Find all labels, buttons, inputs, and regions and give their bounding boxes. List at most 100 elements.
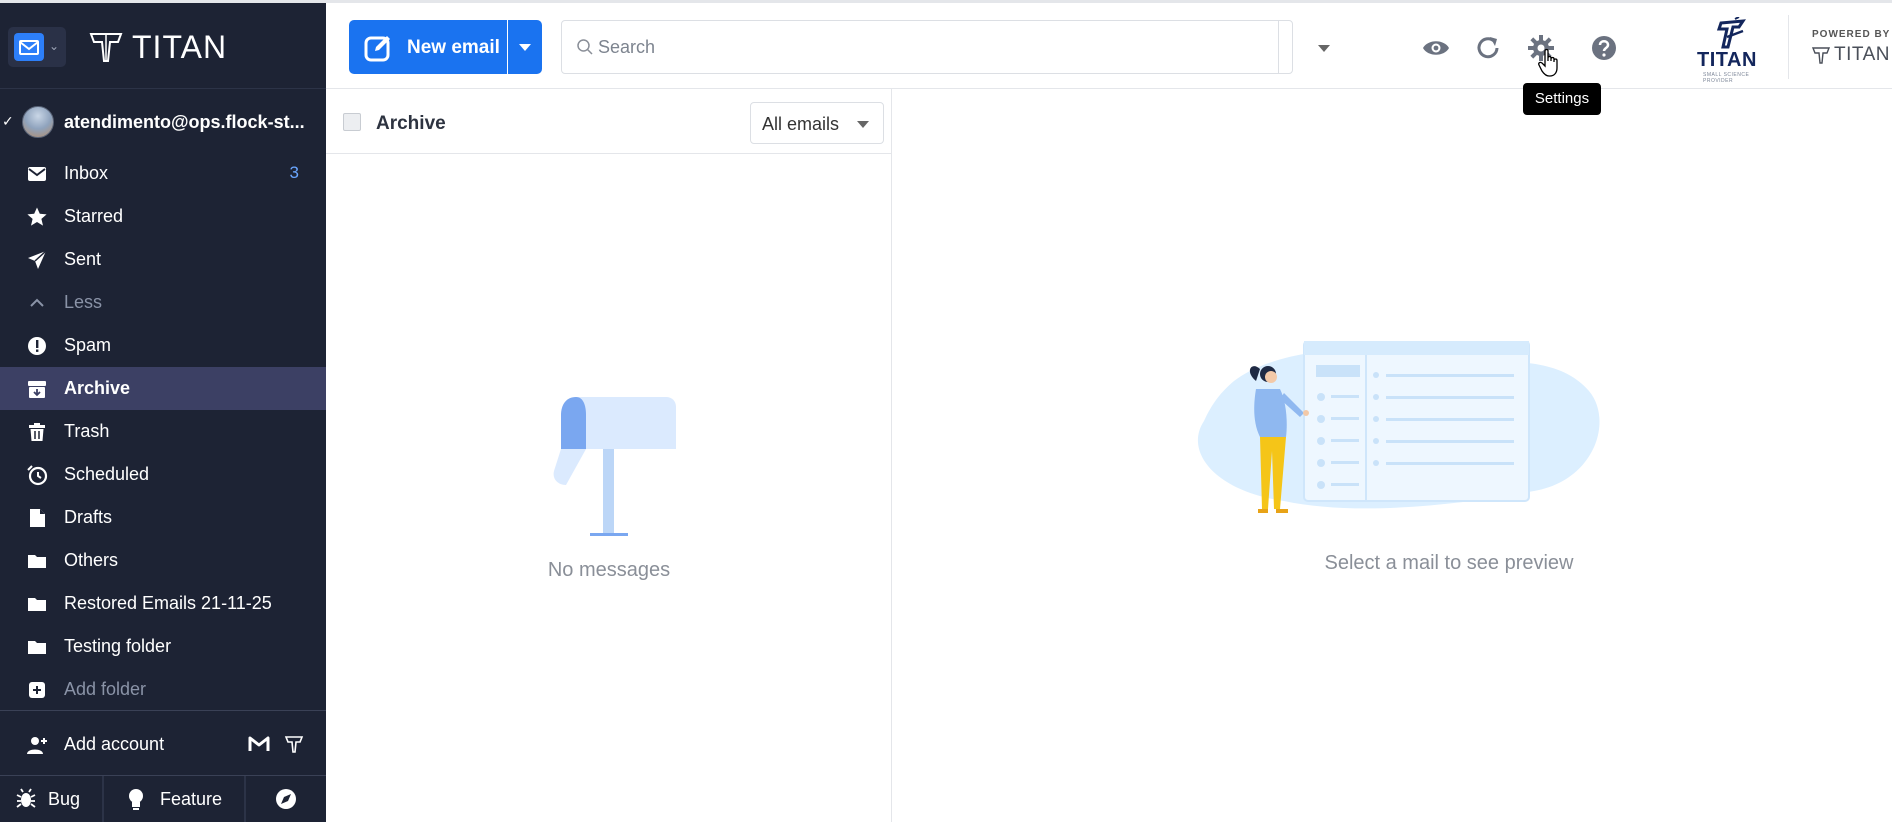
sidebar-item-label: Less <box>64 292 103 312</box>
filter-label: All emails <box>762 114 840 134</box>
gmail-icon[interactable] <box>248 735 270 753</box>
chevron-up-icon <box>30 298 44 307</box>
sidebar-item-label: Add folder <box>64 679 147 699</box>
preview-pane: Select a mail to see preview <box>892 89 1892 822</box>
mail-app-icon <box>14 33 44 61</box>
bug-label: Bug <box>48 788 81 809</box>
folder-icon <box>28 555 46 568</box>
sidebar-item-label: Restored Emails 21-11-25 <box>64 593 272 613</box>
powered-by-label: POWERED BY <box>1812 29 1891 40</box>
brand-name: TITAN <box>132 28 228 65</box>
powered-by-brand-name: TITAN <box>1834 44 1890 65</box>
sidebar-item-label: Archive <box>64 378 131 398</box>
folder-icon <box>28 598 46 611</box>
sidebar-item-scheduled[interactable]: Scheduled <box>0 453 326 496</box>
folder-icon <box>28 641 46 654</box>
titan-small-icon[interactable] <box>284 734 304 754</box>
sidebar-item-testing-folder[interactable]: Testing folder <box>0 625 326 668</box>
footer-separator <box>102 776 104 822</box>
add-user-icon <box>27 737 47 754</box>
select-all-checkbox[interactable] <box>343 113 361 131</box>
search-input[interactable] <box>598 33 1218 61</box>
sidebar: ⌄ TITAN ✓ atendimento@ops.flock-st... In… <box>0 3 326 822</box>
new-email-dropdown-button[interactable] <box>508 20 542 74</box>
sidebar-item-add-folder[interactable]: Add folder <box>0 668 326 711</box>
scheduled-clock-icon <box>27 465 48 486</box>
empty-mailbox-illustration <box>553 397 676 536</box>
sidebar-item-label: Spam <box>64 335 112 355</box>
email-filter-select[interactable]: All emails <box>750 102 884 144</box>
account-email: atendimento@ops.flock-st... <box>64 112 305 132</box>
refresh-icon[interactable] <box>1473 33 1503 63</box>
lightbulb-icon <box>129 789 143 810</box>
help-icon[interactable] <box>1589 33 1619 63</box>
alert-circle-icon <box>28 337 46 355</box>
sidebar-item-label: Inbox <box>64 163 109 183</box>
logo-caption: SMALL SCIENCE PROVIDER <box>1703 72 1750 84</box>
sidebar-item-drafts[interactable]: Drafts <box>0 496 326 539</box>
unread-count-badge: 3 <box>289 163 299 182</box>
top-toolbar: New email Settings TITAN SMALL SCIENCE P… <box>326 3 1892 115</box>
sidebar-item-label: Trash <box>64 421 110 441</box>
search-bar <box>561 20 1330 74</box>
bug-icon <box>16 788 36 808</box>
logo-separator <box>1788 15 1789 79</box>
folder-title: Archive <box>376 113 446 134</box>
caret-down-icon <box>519 44 531 51</box>
account-selector[interactable]: ✓ atendimento@ops.flock-st... <box>0 101 326 143</box>
preview-empty-message: Select a mail to see preview <box>1324 552 1574 574</box>
powered-by-brand: TITAN <box>1812 44 1890 66</box>
list-header: Archive All emails <box>326 89 892 154</box>
new-email-button[interactable]: New email <box>349 20 507 74</box>
trash-icon <box>29 423 45 441</box>
sidebar-item-label: Drafts <box>64 507 113 527</box>
sidebar-item-others[interactable]: Others <box>0 539 326 582</box>
report-bug-button[interactable]: Bug <box>14 776 104 822</box>
titan-customer-logo: TITAN SMALL SCIENCE PROVIDER <box>1693 17 1767 84</box>
eye-icon[interactable] <box>1421 33 1451 63</box>
compose-icon <box>364 36 390 62</box>
titan-logo-icon <box>1812 47 1830 64</box>
sidebar-item-trash[interactable]: Trash <box>0 410 326 453</box>
sidebar-item-archive[interactable]: Archive <box>0 367 326 410</box>
sidebar-footer: Bug Feature <box>0 776 326 822</box>
sidebar-item-label: Scheduled <box>64 464 150 484</box>
logo-word: TITAN <box>1697 49 1757 71</box>
sidebar-item-label: Others <box>64 550 119 570</box>
sidebar-header: ⌄ TITAN <box>0 3 326 89</box>
feature-label: Feature <box>160 788 223 809</box>
sidebar-divider <box>0 710 326 711</box>
empty-list-message: No messages <box>547 559 671 581</box>
sidebar-item-less[interactable]: Less <box>0 281 326 324</box>
new-email-label: New email <box>407 37 500 58</box>
sidebar-item-label: Testing folder <box>64 636 172 656</box>
feature-request-button[interactable]: Feature <box>126 776 246 822</box>
app-switcher[interactable]: ⌄ <box>8 27 66 67</box>
footer-separator <box>244 776 246 822</box>
envelope-icon <box>28 167 46 181</box>
sidebar-item-restored-emails[interactable]: Restored Emails 21-11-25 <box>0 582 326 625</box>
titan-logo-icon <box>89 33 123 62</box>
archive-icon <box>28 381 46 398</box>
sidebar-item-inbox[interactable]: Inbox 3 <box>0 152 326 195</box>
plus-square-icon <box>29 682 45 698</box>
search-icon <box>577 39 593 55</box>
sidebar-item-spam[interactable]: Spam <box>0 324 326 367</box>
preview-placeholder-illustration <box>1197 341 1600 513</box>
compass-icon <box>276 789 296 809</box>
titan-emblem-icon <box>1716 17 1746 49</box>
sidebar-item-label: Sent <box>64 249 102 269</box>
compass-button[interactable] <box>274 776 314 822</box>
brand-logo: TITAN <box>88 27 227 67</box>
add-account-button[interactable]: Add account <box>0 723 326 767</box>
search-separator <box>1278 21 1279 73</box>
collapse-chevron-icon[interactable]: ✓ <box>2 113 14 130</box>
add-account-label: Add account <box>64 734 165 754</box>
sidebar-item-starred[interactable]: Starred <box>0 195 326 238</box>
app-window: ⌄ TITAN ✓ atendimento@ops.flock-st... In… <box>0 0 1892 822</box>
sidebar-item-sent[interactable]: Sent <box>0 238 326 281</box>
chevron-down-icon: ⌄ <box>49 39 60 53</box>
send-icon <box>28 250 47 269</box>
avatar <box>22 106 54 138</box>
search-options-caret-icon[interactable] <box>1318 45 1330 52</box>
